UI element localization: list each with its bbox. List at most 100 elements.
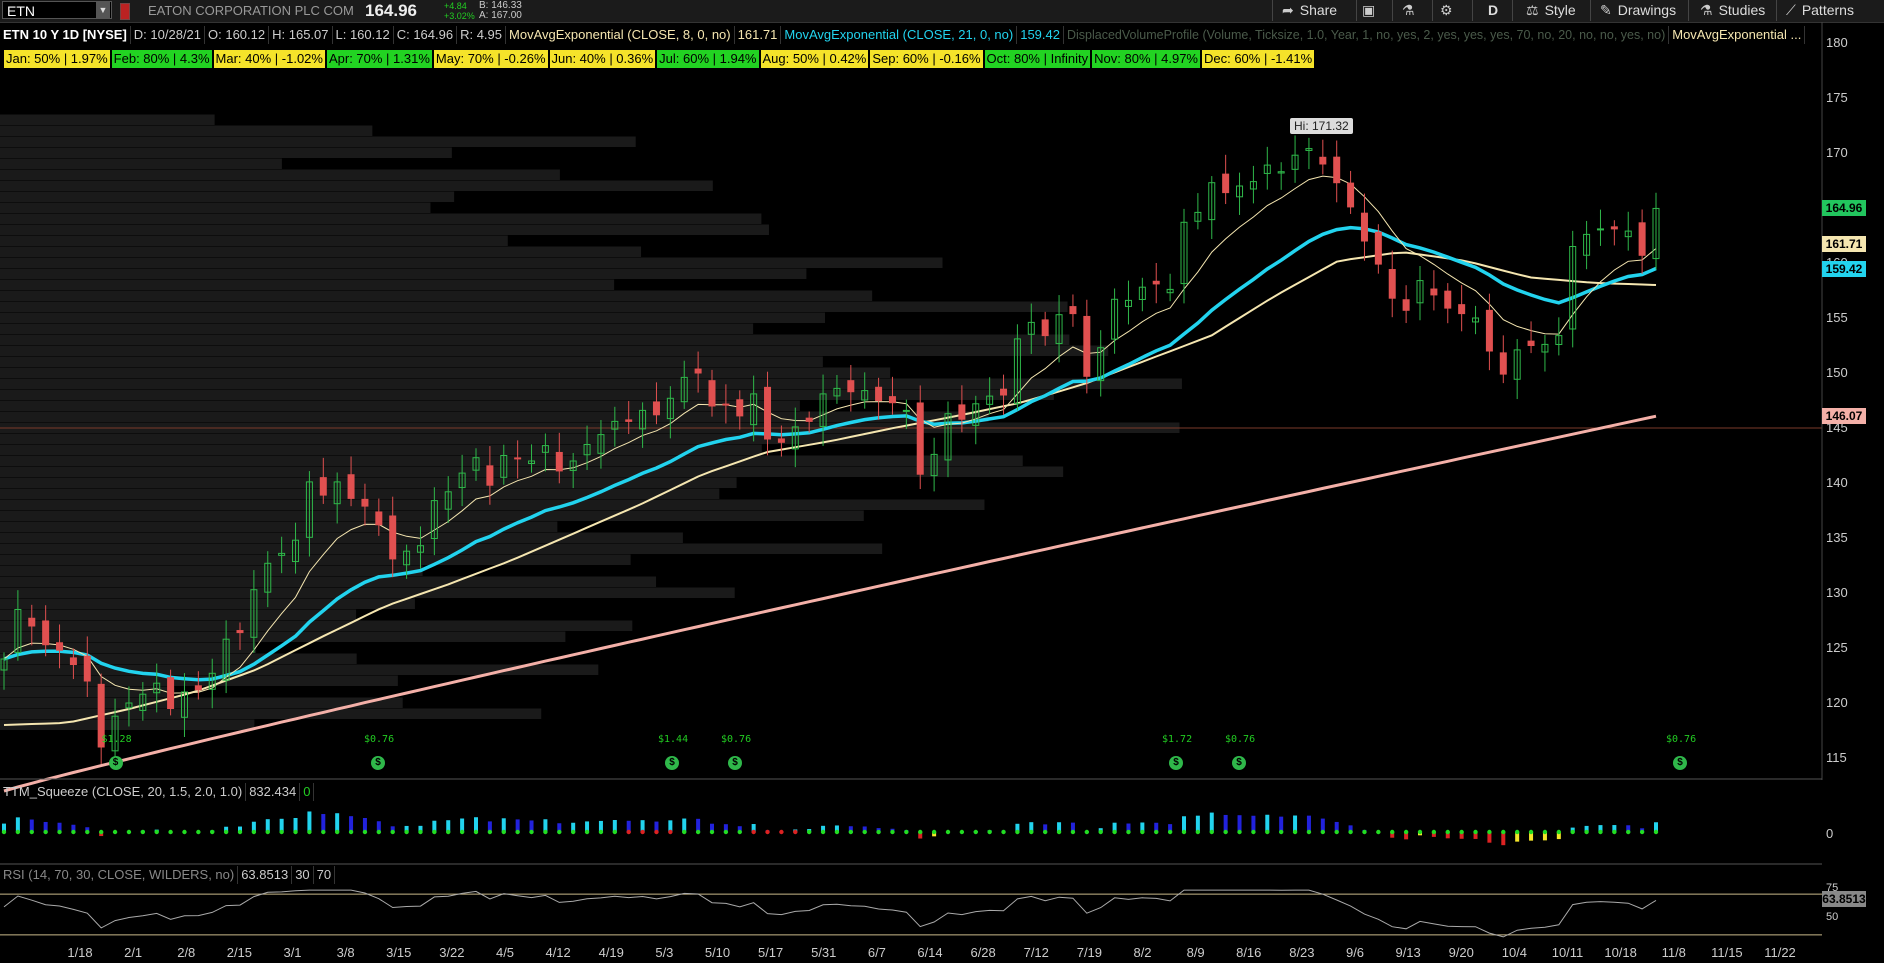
candle-body	[916, 402, 924, 475]
volume-profile-bar	[0, 136, 636, 147]
price-tag: 146.07	[1822, 408, 1866, 425]
volume-profile-bar	[0, 367, 891, 378]
ttm-dot	[1126, 829, 1131, 835]
volume-profile-bar	[0, 554, 631, 565]
ttm-dot	[1362, 829, 1367, 835]
dividend-icon[interactable]: $	[371, 756, 385, 770]
ttm-label[interactable]: TTM_Squeeze (CLOSE, 20, 1.5, 2.0, 1.0)	[0, 783, 247, 801]
dividend-amount: $0.76	[364, 734, 395, 745]
ttm-dot	[1, 829, 7, 835]
dividend-icon[interactable]: $	[728, 756, 742, 770]
ttm-dot	[432, 829, 437, 835]
volume-profile-bar	[0, 334, 1070, 345]
volume-profile-bar	[0, 323, 754, 334]
ttm-dot	[98, 829, 104, 835]
volume-profile	[0, 114, 1182, 730]
rsi-label[interactable]: RSI (14, 70, 30, CLOSE, WILDERS, no)	[0, 866, 239, 884]
volume-profile-bar	[0, 609, 357, 620]
volume-profile-bar	[0, 532, 683, 543]
candle-body	[1333, 156, 1341, 184]
ttm-dot	[196, 829, 201, 835]
dividend-icon[interactable]: $	[665, 756, 679, 770]
time-tick-label: 6/28	[970, 945, 996, 960]
dividend-amount: $1.44	[658, 734, 689, 745]
ttm-dot	[1542, 829, 1548, 835]
ttm-dot	[1487, 829, 1492, 835]
dividend-icon[interactable]: $	[1673, 756, 1687, 770]
volume-profile-bar	[0, 268, 807, 279]
ttm-dot	[1140, 829, 1145, 835]
ttm-dot	[1154, 829, 1159, 835]
candle-body	[1430, 288, 1438, 296]
dvp-label[interactable]: DisplacedVolumeProfile (Volume, Ticksize…	[1064, 26, 1670, 44]
time-tick-label: 2/8	[177, 945, 196, 960]
candle-body	[347, 474, 355, 499]
ttm-dot	[1223, 829, 1228, 835]
ttm-dot	[487, 829, 493, 835]
price-tag: 159.42	[1822, 261, 1866, 278]
ttm-dot	[1584, 829, 1589, 835]
ttm-dot	[918, 829, 923, 835]
time-tick-label: 10/4	[1501, 945, 1528, 960]
ttm-dot	[126, 829, 132, 835]
candle-body	[888, 396, 896, 404]
ttm-dot	[1556, 829, 1562, 835]
candle-body	[236, 630, 244, 634]
volume-profile-bar	[0, 378, 1182, 389]
ttm-bar	[307, 811, 312, 832]
volume-profile-bar	[0, 543, 883, 554]
ttm-dot	[182, 829, 187, 835]
time-tick-label: 5/3	[655, 945, 674, 960]
candle-body	[902, 409, 910, 412]
ttm-dot	[959, 829, 965, 835]
season-chip: Oct: 80% | Infinity	[984, 50, 1091, 68]
ema8-label[interactable]: MovAvgExponential (CLOSE, 8, 0, no)	[506, 26, 735, 44]
ttm-dot	[1639, 829, 1645, 835]
candle-body	[1596, 228, 1604, 231]
time-tick-label: 8/2	[1133, 945, 1152, 960]
ttm-dot	[945, 829, 951, 835]
candle-body	[1485, 309, 1493, 352]
volume-profile-bar	[0, 587, 735, 598]
time-tick-label: 9/6	[1345, 945, 1365, 960]
dividend-amount: $1.28	[101, 734, 132, 745]
ttm-dot	[112, 829, 118, 835]
ttm-dot	[1209, 829, 1214, 835]
ttm-bar	[1251, 815, 1256, 832]
candle-body	[1499, 352, 1507, 375]
ttm-dot	[1417, 829, 1423, 835]
candle-body	[167, 677, 175, 710]
time-tick-label: 3/8	[336, 945, 355, 960]
season-chip: Jan: 50% | 1.97%	[4, 50, 110, 68]
dividend-icon[interactable]: $	[108, 756, 123, 770]
ema-more-label[interactable]: MovAvgExponential ...	[1669, 26, 1806, 44]
ttm-dot	[598, 829, 604, 835]
time-tick-label: 8/23	[1289, 945, 1315, 960]
candle-body	[1527, 340, 1535, 346]
ema21-label[interactable]: MovAvgExponential (CLOSE, 21, 0, no)	[781, 26, 1018, 44]
ttm-bar	[349, 816, 354, 832]
ttm-dot	[1167, 829, 1173, 835]
price-tick-label: 135	[1826, 530, 1848, 545]
volume-profile-bar	[0, 653, 357, 664]
candle-body	[1388, 269, 1396, 299]
candle-body	[1402, 299, 1410, 311]
dividend-icon[interactable]: $	[1169, 756, 1183, 770]
ema8-value: 161.71	[735, 26, 782, 44]
ttm-dot	[85, 829, 90, 835]
volume-profile-bar	[0, 202, 431, 213]
ttm-bar	[474, 817, 478, 832]
candle-body	[514, 457, 522, 460]
ttm-dot	[834, 829, 840, 835]
ttm-dot	[279, 829, 284, 835]
price-chart[interactable]	[0, 0, 1884, 963]
seasonality-bar: Jan: 50% | 1.97% Feb: 80% | 4.3% Mar: 40% …	[4, 50, 1316, 68]
time-tick-label: 7/19	[1076, 945, 1103, 960]
candle-body	[1222, 173, 1230, 194]
candle-body	[847, 380, 855, 393]
candle-body	[319, 477, 327, 496]
volume-profile-bar	[0, 444, 762, 455]
dividend-icon[interactable]: $	[1232, 756, 1246, 770]
chart-title[interactable]: ETN 10 Y 1D [NYSE]	[0, 26, 131, 44]
season-chip: Jul: 60% | 1.94%	[657, 50, 759, 68]
